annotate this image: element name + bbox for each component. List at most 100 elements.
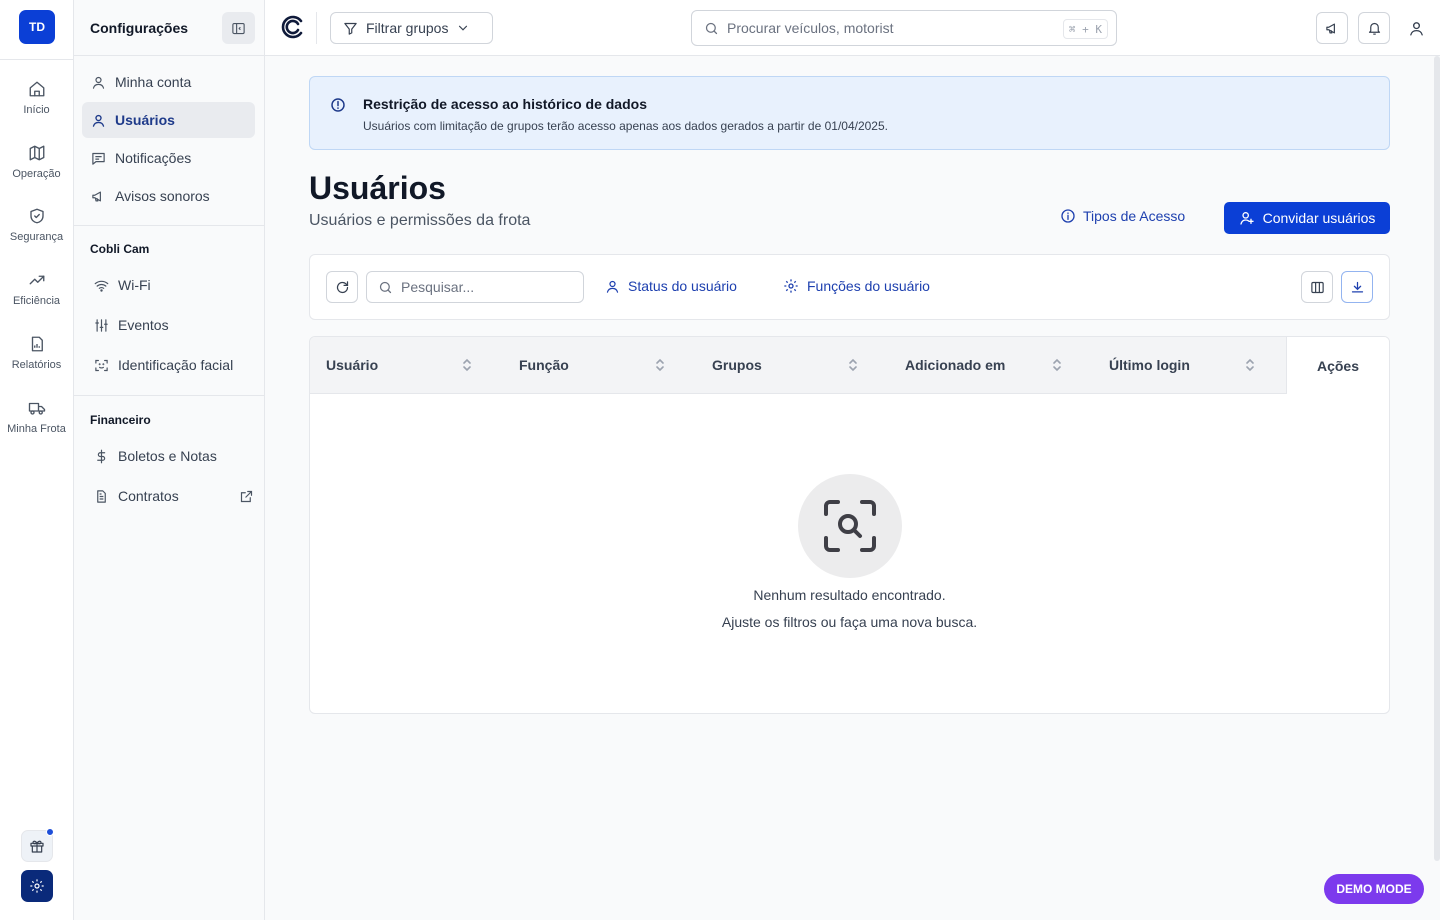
sidebar-item-identificacao-facial[interactable]: Identificação facial [94, 350, 254, 380]
rail-item-relatorios[interactable]: Relatórios [0, 335, 73, 385]
column-header-funcao[interactable]: Função [519, 337, 569, 393]
column-header-adicionado-em[interactable]: Adicionado em [905, 337, 1005, 393]
collapse-sidebar-button[interactable] [222, 12, 255, 44]
invite-users-label: Convidar usuários [1262, 210, 1376, 226]
user-status-filter[interactable]: Status do usuário [605, 278, 737, 294]
home-icon [29, 81, 44, 97]
users-table: Usuário Função Grupos Adicionado em Últi… [309, 336, 1390, 714]
info-icon [1061, 209, 1075, 223]
sliders-icon [95, 318, 108, 332]
user-roles-label: Funções do usuário [807, 278, 930, 294]
access-types-link[interactable]: Tipos de Acesso [1060, 208, 1185, 224]
sidebar-item-label: Boletos e Notas [118, 448, 217, 464]
account-avatar[interactable]: TD [19, 10, 55, 44]
sidebar-item-label: Minha conta [115, 74, 192, 90]
banner-body: Usuários com limitação de grupos terão a… [363, 119, 888, 133]
rail-item-label: Segurança [9, 231, 64, 243]
user-icon [606, 280, 619, 293]
user-search-input[interactable] [401, 279, 571, 295]
announcements-button[interactable] [1316, 12, 1348, 44]
truck-icon [28, 402, 45, 415]
sidebar-item-minha-conta[interactable]: Minha conta [82, 64, 255, 100]
sidebar-item-avisos-sonoros[interactable]: Avisos sonoros [82, 178, 255, 214]
global-search-input[interactable] [727, 20, 1047, 36]
sidebar-item-eventos[interactable]: Eventos [94, 310, 254, 340]
topbar-divider [316, 12, 317, 44]
invite-users-button[interactable]: Convidar usuários [1224, 202, 1390, 234]
user-icon [1409, 21, 1423, 36]
download-button[interactable] [1341, 271, 1373, 303]
rail-item-label: Operação [12, 168, 61, 180]
face-scan-icon [95, 359, 108, 371]
sidebar-item-notificacoes[interactable]: Notificações [82, 140, 255, 176]
rail-item-label: Relatórios [11, 359, 62, 371]
column-header-usuario[interactable]: Usuário [326, 337, 378, 393]
columns-icon [1310, 281, 1324, 293]
sort-icon[interactable] [847, 357, 859, 373]
refresh-icon [336, 280, 348, 293]
table-header: Usuário Função Grupos Adicionado em Últi… [310, 337, 1389, 394]
scrollbar[interactable] [1434, 56, 1440, 861]
notifications-button[interactable] [1358, 12, 1390, 44]
page-subtitle: Usuários e permissões da frota [309, 212, 531, 229]
rail-item-operacao[interactable]: Operação [0, 144, 73, 194]
sidebar-item-usuarios[interactable]: Usuários [82, 102, 255, 138]
sidebar-item-contratos[interactable]: Contratos [94, 481, 254, 511]
user-icon [92, 114, 105, 127]
sort-icon[interactable] [461, 357, 473, 373]
user-roles-filter[interactable]: Funções do usuário [783, 278, 930, 294]
gear-icon [784, 279, 798, 293]
sidebar-item-label: Avisos sonoros [115, 188, 210, 204]
chevron-down-icon [459, 25, 468, 31]
empty-state-illustration [798, 474, 902, 578]
rail-item-label: Início [23, 104, 50, 116]
search-icon [705, 22, 718, 34]
user-plus-icon [1239, 212, 1254, 225]
sidebar-item-label: Notificações [115, 150, 192, 166]
column-header-grupos[interactable]: Grupos [712, 337, 762, 393]
filter-groups-label: Filtrar grupos [366, 20, 449, 36]
rail-item-minha-frota[interactable]: Minha Frota [0, 399, 73, 449]
rail-item-seguranca[interactable]: Segurança [0, 207, 73, 257]
rail-item-eficiencia[interactable]: Eficiência [0, 271, 73, 321]
empty-state-hint: Ajuste os filtros ou faça uma nova busca… [721, 614, 978, 630]
settings-sidebar: Configurações Minha conta Usuários Notif… [74, 0, 265, 920]
sort-icon[interactable] [1051, 357, 1063, 373]
cobli-logo-icon[interactable] [281, 15, 305, 39]
sidebar-item-wifi[interactable]: Wi-Fi [94, 270, 254, 300]
bell-icon [1368, 22, 1380, 35]
megaphone-icon [1325, 23, 1335, 33]
sort-icon[interactable] [654, 357, 666, 373]
info-icon [331, 98, 345, 112]
profile-button[interactable] [1400, 12, 1432, 44]
wifi-icon [94, 280, 109, 292]
sidebar-item-label: Usuários [115, 112, 175, 128]
keyboard-shortcut-badge: ⌘ + K [1062, 19, 1108, 39]
page-title: Usuários [309, 170, 446, 206]
sidebar-item-boletos[interactable]: Boletos e Notas [94, 441, 254, 471]
external-link-icon [240, 490, 253, 502]
sidebar-item-label: Contratos [118, 488, 179, 504]
gift-button[interactable] [21, 828, 54, 862]
global-search[interactable]: ⌘ + K [691, 10, 1117, 46]
sidebar-title: Configurações [90, 20, 189, 36]
rail-item-inicio[interactable]: Início [0, 80, 73, 130]
app-rail: TD Início Operação Segurança Eficiência … [0, 0, 74, 920]
columns-button[interactable] [1301, 271, 1333, 303]
info-banner: Restrição de acesso ao histórico de dado… [309, 76, 1390, 150]
demo-mode-badge[interactable]: DEMO MODE [1324, 874, 1424, 904]
table-toolbar: Status do usuário Funções do usuário [309, 254, 1390, 320]
filter-groups-button[interactable]: Filtrar grupos [330, 12, 493, 44]
dollar-icon [97, 449, 106, 463]
column-header-ultimo-login[interactable]: Último login [1109, 337, 1190, 393]
sort-icon[interactable] [1244, 357, 1256, 373]
settings-button[interactable] [21, 870, 53, 902]
scan-search-icon [824, 500, 876, 552]
rail-item-label: Eficiência [12, 295, 61, 307]
download-icon [1351, 281, 1363, 292]
sidebar-divider [74, 55, 264, 56]
user-search[interactable] [366, 271, 584, 303]
refresh-button[interactable] [326, 271, 358, 303]
column-header-acoes: Ações [1286, 337, 1389, 394]
sidebar-divider [74, 225, 264, 226]
